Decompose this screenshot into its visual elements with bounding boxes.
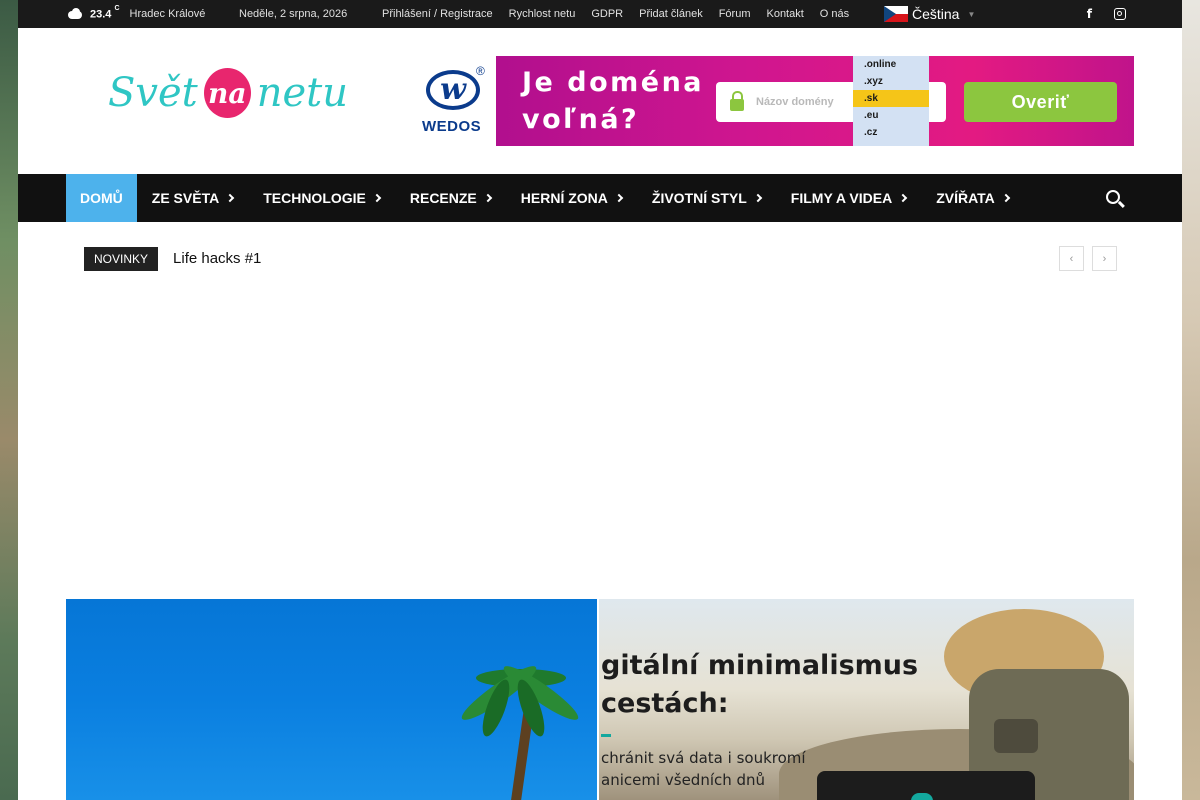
cloud-icon <box>66 8 84 20</box>
wedos-name: WEDOS <box>422 118 482 135</box>
laptop-logo-icon <box>911 793 933 800</box>
page-container: 23.4 C Hradec Králové Neděle, 2 srpna, 2… <box>18 0 1182 800</box>
site-logo[interactable]: Svět na netu <box>108 58 348 128</box>
top-menu-speedtest[interactable]: Rychlost netu <box>509 8 576 20</box>
site-header: Svět na netu w ® WEDOS Je doména voľná? … <box>18 28 1182 174</box>
language-selector[interactable]: Čeština ▼ <box>884 4 975 24</box>
wedos-logo: w ® WEDOS <box>420 56 496 146</box>
lock-icon <box>730 91 744 111</box>
social-links: f <box>1087 0 1126 28</box>
ticker-arrows: ‹ › <box>1059 246 1117 271</box>
domain-option[interactable]: .cz <box>853 124 929 141</box>
ad-verify-button[interactable]: Overiť <box>964 82 1117 122</box>
featured-article-2-subtitle: chránit svá data i soukromí anicemi všed… <box>601 749 806 789</box>
chevron-down-icon <box>483 193 493 203</box>
dropdown-caret-icon: ▼ <box>967 9 976 19</box>
weather-widget: 23.4 C Hradec Králové <box>66 0 205 28</box>
ad-banner[interactable]: w ® WEDOS Je doména voľná? Názov domény … <box>420 56 1134 146</box>
featured-articles: gitální minimalismus cestách: chránit sv… <box>66 599 1134 800</box>
world-map-icon <box>994 719 1038 753</box>
title-divider <box>601 734 611 737</box>
nav-item-movies[interactable]: FILMY A VIDEA <box>776 174 921 222</box>
chevron-down-icon <box>1001 193 1011 203</box>
page-background-right <box>1182 0 1200 800</box>
ad-domain-search[interactable]: Je doména voľná? Názov domény .online .x… <box>496 56 1134 146</box>
ad-headline: Je doména voľná? <box>522 67 705 135</box>
chevron-down-icon <box>614 193 624 203</box>
top-menu-gdpr[interactable]: GDPR <box>591 8 623 20</box>
nav-item-lifestyle[interactable]: ŽIVOTNÍ STYL <box>637 174 776 222</box>
weather-city: Hradec Králové <box>129 8 206 20</box>
nav-item-gaming[interactable]: HERNÍ ZONA <box>506 174 637 222</box>
language-label: Čeština <box>912 6 960 22</box>
nav-item-technology[interactable]: TECHNOLOGIE <box>248 174 395 222</box>
chevron-down-icon <box>225 193 235 203</box>
chevron-down-icon <box>372 193 382 203</box>
domain-option[interactable]: .eu <box>853 107 929 124</box>
featured-article-1[interactable] <box>66 599 597 800</box>
facebook-icon[interactable]: f <box>1087 7 1092 21</box>
domain-option-selected[interactable]: .sk <box>853 90 929 107</box>
flag-cz-icon <box>884 6 908 22</box>
featured-article-2-title: gitální minimalismus cestách: <box>601 650 919 719</box>
news-ticker: NOVINKY Life hacks #1 <box>84 246 261 271</box>
registered-mark: ® <box>476 64 485 78</box>
instagram-icon[interactable] <box>1114 8 1126 20</box>
wedos-mark-icon: w <box>426 70 480 110</box>
top-menu-login[interactable]: Přihlášení / Registrace <box>382 8 493 20</box>
ticker-next-button[interactable]: › <box>1092 246 1117 271</box>
ad-domain-list[interactable]: .online .xyz .sk .eu .cz <box>853 56 929 146</box>
featured-article-2[interactable]: gitální minimalismus cestách: chránit sv… <box>599 599 1134 800</box>
nav-item-world[interactable]: ZE SVĚTA <box>137 174 248 222</box>
palm-tree-image <box>446 654 586 800</box>
top-menu-forum[interactable]: Fórum <box>719 8 751 20</box>
top-menu-about[interactable]: O nás <box>820 8 849 20</box>
current-date: Neděle, 2 srpna, 2026 <box>239 8 348 20</box>
search-icon[interactable] <box>1106 190 1120 204</box>
ticker-prev-button[interactable]: ‹ <box>1059 246 1084 271</box>
ad-domain-placeholder: Názov domény <box>756 96 834 108</box>
top-menu-contact[interactable]: Kontakt <box>766 8 803 20</box>
domain-option[interactable]: .online <box>853 56 929 73</box>
main-nav: DOMŮ ZE SVĚTA TECHNOLOGIE RECENZE HERNÍ … <box>18 174 1182 222</box>
top-menu: Přihlášení / Registrace Rychlost netu GD… <box>382 0 865 28</box>
chevron-down-icon <box>898 193 908 203</box>
page-background-left <box>0 0 18 800</box>
domain-option[interactable]: .xyz <box>853 73 929 90</box>
main-nav-items: DOMŮ ZE SVĚTA TECHNOLOGIE RECENZE HERNÍ … <box>66 174 1024 222</box>
top-menu-add-article[interactable]: Přidat článek <box>639 8 703 20</box>
nav-item-animals[interactable]: ZVÍŘATA <box>921 174 1024 222</box>
chevron-down-icon <box>753 193 763 203</box>
nav-item-reviews[interactable]: RECENZE <box>395 174 506 222</box>
top-bar: 23.4 C Hradec Králové Neděle, 2 srpna, 2… <box>18 0 1182 28</box>
ticker-title[interactable]: Life hacks #1 <box>173 250 261 267</box>
temperature: 23.4 C <box>90 4 120 21</box>
ticker-tag: NOVINKY <box>84 246 159 271</box>
nav-item-home[interactable]: DOMŮ <box>66 174 137 222</box>
